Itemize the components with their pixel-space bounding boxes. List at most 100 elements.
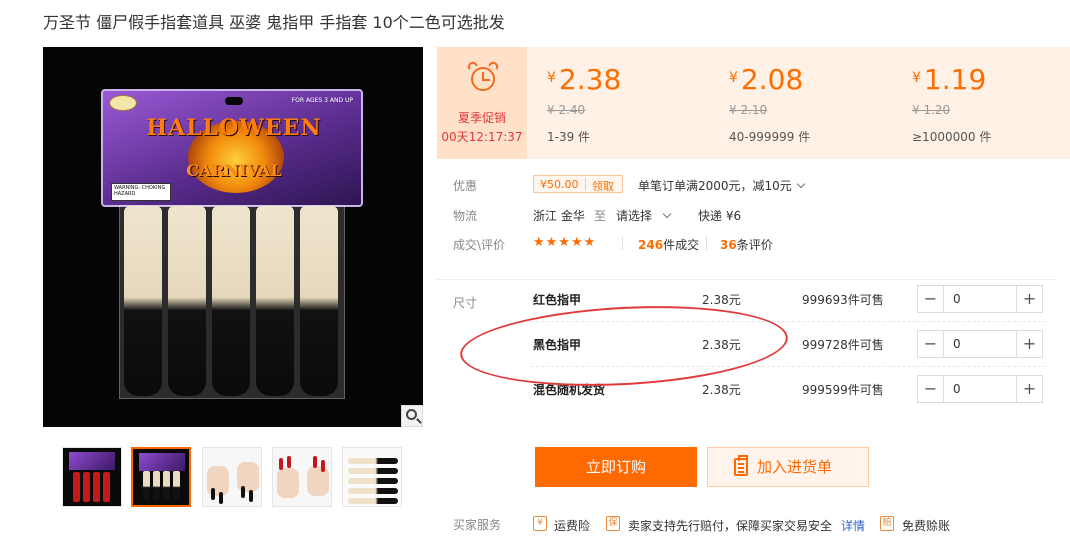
sku-price: 2.38元: [702, 338, 741, 352]
increment-button[interactable]: +: [1016, 286, 1042, 312]
decrement-button[interactable]: −: [918, 376, 944, 402]
thumbnail-hands-black-nails[interactable]: [202, 447, 262, 507]
search-icon: [406, 409, 417, 420]
package-header-card: FOR AGES 3 AND UP HALLOWEEN CARNIVAL WAR…: [101, 89, 363, 207]
add-to-cart-label: 加入进货单: [757, 458, 833, 476]
tier-price: 2.38: [558, 63, 622, 96]
sku-price: 2.38元: [702, 383, 741, 397]
sku-row: 黑色指甲 2.38元 999728件可售 − 0 +: [531, 324, 1044, 368]
sku-price: 2.38元: [702, 293, 741, 307]
finger-prop: [168, 206, 206, 396]
add-to-cart-button[interactable]: 加入进货单: [707, 447, 869, 487]
brand-logo: [109, 95, 137, 111]
divider: [622, 237, 623, 250]
quantity-input[interactable]: 0: [945, 376, 1015, 402]
sku-row: 混色随机发货 2.38元 999599件可售 − 0 +: [531, 369, 1044, 413]
coupon-badge[interactable]: ¥50.00 领取: [533, 175, 623, 193]
deals-number: 246: [638, 238, 664, 252]
destination-value: 请选择: [616, 209, 653, 223]
service-item: 免费赊账: [902, 519, 951, 533]
sku-stock: 999599件可售: [802, 383, 884, 397]
coupon-divider: [585, 178, 586, 191]
promo-label: 夏季促销: [457, 111, 506, 125]
ship-to-word: 至: [594, 209, 607, 223]
compensation-icon: 赔: [880, 516, 894, 531]
package-carnival-text: CARNIVAL: [186, 161, 282, 180]
promo-box: 夏季促销 00天12:17:37: [437, 47, 527, 159]
reviews-suffix: 条评价: [736, 238, 773, 252]
row-divider: [531, 366, 1046, 367]
service-detail-link[interactable]: 详情: [841, 517, 865, 534]
sku-stock: 999693件可售: [802, 293, 884, 307]
destination-select[interactable]: 请选择: [616, 207, 672, 224]
warning-label: WARNING: CHOKING HAZARD: [111, 183, 171, 201]
quantity-stepper: − 0 +: [917, 285, 1043, 313]
thumbnail-fingers-stack[interactable]: [342, 447, 402, 507]
shipping-fee: 快递 ¥6: [698, 209, 742, 223]
finger-prop: [212, 206, 250, 396]
currency-symbol: ¥: [912, 70, 921, 86]
decrement-button[interactable]: −: [918, 286, 944, 312]
tier-price: 1.19: [923, 63, 987, 96]
increment-button[interactable]: +: [1016, 376, 1042, 402]
divider: [706, 237, 707, 250]
shipping-insurance-icon: ¥: [533, 516, 547, 531]
sku-size-label: 尺寸: [453, 296, 478, 310]
thumbnail-strip: [62, 447, 404, 509]
clipboard-icon: [734, 455, 748, 476]
tier-old-price: ¥ 1.20: [912, 103, 951, 117]
product-title: 万圣节 僵尸假手指套道具 巫婆 鬼指甲 手指套 10个二色可选批发: [43, 13, 505, 32]
price-panel: 夏季促销 00天12:17:37 ¥2.38 ¥ 2.40 1-39 件 ¥2.…: [437, 47, 1070, 159]
reviews-number: 36: [720, 238, 737, 252]
sku-row: 红色指甲 2.38元 999693件可售 − 0 +: [531, 279, 1044, 323]
finger-prop: [256, 206, 294, 396]
currency-symbol: ¥: [547, 70, 556, 86]
alarm-clock-icon: [466, 60, 500, 95]
thumbnail-package-red[interactable]: [62, 447, 122, 507]
order-now-button[interactable]: 立即订购: [535, 447, 697, 487]
rating-stars: ★★★★★: [533, 235, 597, 250]
sku-name: 黑色指甲: [533, 338, 582, 352]
tier-old-price: ¥ 2.40: [547, 103, 586, 117]
service-item: 运费险: [554, 519, 591, 533]
zoom-button[interactable]: [401, 405, 423, 427]
quantity-input[interactable]: 0: [945, 286, 1015, 312]
sku-name: 混色随机发货: [533, 383, 606, 397]
deals-label: 成交\评价: [453, 238, 506, 252]
sku-name: 红色指甲: [533, 293, 582, 307]
deals-count[interactable]: 246件成交: [638, 236, 699, 253]
promo-countdown: 00天12:17:37: [441, 130, 523, 144]
ship-from: 浙江 金华: [533, 209, 585, 223]
discount-label: 优惠: [453, 179, 478, 193]
quantity-stepper: − 0 +: [917, 330, 1043, 358]
main-product-image[interactable]: FOR AGES 3 AND UP HALLOWEEN CARNIVAL WAR…: [43, 47, 423, 427]
coupon-amount: ¥50.00: [540, 178, 579, 191]
coupon-claim[interactable]: 领取: [592, 178, 614, 194]
chevron-down-icon: [796, 179, 806, 189]
service-item: 卖家支持先行赔付，保障买家交易安全: [628, 519, 833, 533]
shield-icon: 保: [606, 516, 620, 531]
package-halloween-text: HALLOWEEN: [146, 115, 322, 141]
decrement-button[interactable]: −: [918, 331, 944, 357]
row-divider: [531, 321, 1046, 322]
ages-text: FOR AGES 3 AND UP: [291, 97, 353, 104]
discount-text: 单笔订单满2000元，减10元: [638, 179, 792, 193]
finger-prop: [300, 206, 338, 396]
deals-suffix: 件成交: [663, 238, 700, 252]
tier-quantity: 40-999999 件: [729, 130, 811, 144]
package-illustration: FOR AGES 3 AND UP HALLOWEEN CARNIVAL WAR…: [101, 89, 363, 399]
thumbnail-hands-red-nails[interactable]: [272, 447, 332, 507]
hang-hole: [225, 97, 243, 105]
tier-quantity: 1-39 件: [547, 130, 591, 144]
increment-button[interactable]: +: [1016, 331, 1042, 357]
discount-description[interactable]: 单笔订单满2000元，减10元: [638, 177, 806, 194]
quantity-stepper: − 0 +: [917, 375, 1043, 403]
quantity-input[interactable]: 0: [945, 331, 1015, 357]
logistics-label: 物流: [453, 209, 478, 223]
sku-stock: 999728件可售: [802, 338, 884, 352]
tier-price: 2.08: [740, 63, 804, 96]
chevron-down-icon: [662, 209, 672, 219]
thumbnail-package-black[interactable]: [131, 447, 191, 507]
services-label: 买家服务: [453, 518, 502, 532]
reviews-count[interactable]: 36条评价: [720, 236, 773, 253]
